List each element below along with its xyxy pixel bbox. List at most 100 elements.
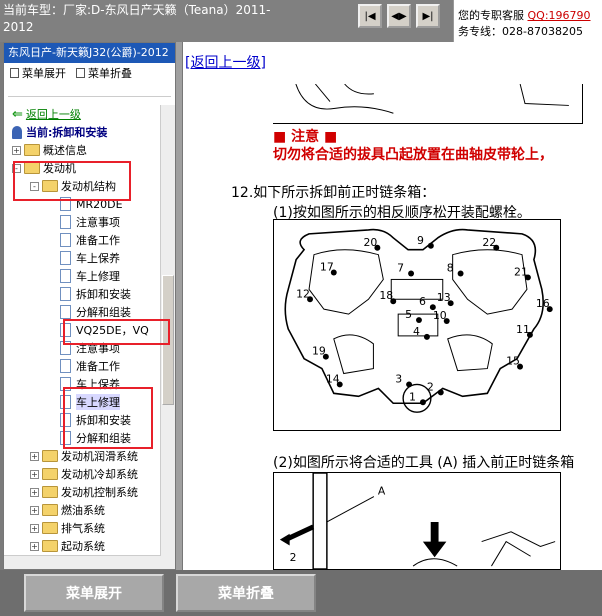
tree-doc-item[interactable]: 拆卸和安装 bbox=[4, 411, 161, 429]
bolt-number-label: 3 bbox=[395, 372, 402, 385]
bolt-number-label: 4 bbox=[413, 325, 420, 338]
tree-item-label: 发动机冷却系统 bbox=[61, 468, 138, 481]
document-icon bbox=[60, 197, 71, 211]
service-hotline: 务专线：028-87038205 bbox=[458, 25, 583, 38]
expand-toggle-icon[interactable]: + bbox=[30, 469, 39, 479]
tree-item-label: 车上修理 bbox=[76, 394, 120, 410]
tree-folder-item[interactable]: + 排气系统 bbox=[4, 519, 161, 537]
tree-doc-item[interactable]: 注意事项 bbox=[4, 339, 161, 357]
split-icon: ◀▶ bbox=[391, 10, 407, 22]
qq-link[interactable]: QQ:196790 bbox=[528, 9, 591, 22]
tree-doc-item[interactable]: 车上保养 bbox=[4, 375, 161, 393]
expand-toggle-icon[interactable]: + bbox=[30, 487, 39, 497]
tree-back-label: 返回上一级 bbox=[25, 108, 81, 121]
back-arrow-icon: ⇐ bbox=[12, 106, 23, 122]
folder-icon bbox=[42, 486, 58, 498]
tree-items: + 概述信息 - 发动机 - 发动机结构 MR20DE 注意事项 准备工作 车上保养 车上修理 拆卸和… bbox=[4, 141, 161, 569]
folder-icon bbox=[42, 468, 58, 480]
tree-doc-item[interactable]: 车上修理 bbox=[4, 267, 161, 285]
bolt-number-label: 11 bbox=[516, 323, 530, 336]
tree-vertical-scrollbar[interactable] bbox=[160, 105, 175, 569]
menu-expand-label: 菜单展开 bbox=[22, 67, 66, 80]
tree-doc-item[interactable]: 车上保养 bbox=[4, 249, 161, 267]
bolt-number-label: 18 bbox=[379, 289, 393, 302]
tree-doc-item[interactable]: 分解和组装 bbox=[4, 303, 161, 321]
document-icon bbox=[60, 341, 71, 355]
left-menu-panel: 东风日产-新天籁J32(公爵)-2012 菜单展开 菜单折叠 ⇐ 返回上一级 当… bbox=[3, 42, 176, 570]
document-icon bbox=[60, 251, 71, 265]
footer-expand-label: 菜单展开 bbox=[66, 586, 122, 602]
tree-horizontal-scrollbar[interactable] bbox=[4, 555, 161, 569]
customer-service-box: 您的专职客服 QQ:196790 务专线：028-87038205 bbox=[453, 0, 602, 42]
bolt-number-label: 10 bbox=[433, 309, 447, 322]
collapse-toggle-icon[interactable]: - bbox=[30, 181, 39, 191]
bolt-number-label: 1 bbox=[409, 390, 416, 403]
split-view-button[interactable]: ◀▶ bbox=[387, 4, 411, 28]
tree-folder-item[interactable]: + 发动机冷却系统 bbox=[4, 465, 161, 483]
bolt-number-label: 7 bbox=[397, 262, 404, 275]
tree-doc-item[interactable]: 拆卸和安装 bbox=[4, 285, 161, 303]
tree-folder-item[interactable]: + 燃油系统 bbox=[4, 501, 161, 519]
tree-item-label: 发动机控制系统 bbox=[61, 486, 138, 499]
folder-icon bbox=[42, 504, 58, 516]
folder-icon bbox=[24, 144, 40, 156]
scrollbar-thumb[interactable] bbox=[162, 275, 174, 405]
model-title: 东风日产-新天籁J32(公爵)-2012 bbox=[4, 43, 175, 63]
document-icon bbox=[60, 413, 71, 427]
tree-folder-item[interactable]: + 起动系统 bbox=[4, 537, 161, 555]
vehicle-line-2: 2012 bbox=[3, 20, 34, 34]
header-bar: 当前车型：厂家:D-东风日产天籁（Teana）2011- 2012 |◀ ◀▶ … bbox=[0, 0, 602, 42]
user-icon bbox=[12, 125, 22, 139]
bolt-number-label: 21 bbox=[514, 265, 528, 278]
vehicle-line-1: 当前车型：厂家:D-东风日产天籁（Teana）2011- bbox=[3, 3, 271, 17]
tree-item-label: 概述信息 bbox=[43, 144, 87, 157]
bolt-marker bbox=[427, 242, 434, 249]
first-page-button[interactable]: |◀ bbox=[358, 4, 382, 28]
step-12: 12.如下所示拆卸前正时链条箱： bbox=[231, 185, 436, 201]
collapse-toggle-icon[interactable]: - bbox=[12, 163, 21, 173]
bolt-marker bbox=[437, 389, 444, 396]
current-location-label: 当前:拆卸和安装 bbox=[26, 126, 108, 139]
tree-folder-item[interactable]: - 发动机 bbox=[4, 159, 161, 177]
content-back-link[interactable]: [返回上一级] bbox=[185, 52, 266, 72]
expand-toggle-icon[interactable]: + bbox=[30, 505, 39, 515]
footer-collapse-button[interactable]: 菜单折叠 bbox=[176, 574, 316, 612]
expand-toggle-icon[interactable]: + bbox=[30, 523, 39, 533]
collapse-icon bbox=[76, 68, 85, 78]
footer-expand-button[interactable]: 菜单展开 bbox=[24, 574, 164, 612]
tool-insertion-diagram: A 2 bbox=[273, 472, 561, 570]
tree-doc-item[interactable]: MR20DE bbox=[4, 195, 161, 213]
tree-folder-item[interactable]: + 发动机润滑系统 bbox=[4, 447, 161, 465]
tree-doc-item[interactable]: VQ25DE，VQ bbox=[4, 321, 161, 339]
bolt-number-label: 9 bbox=[417, 234, 424, 247]
tree-doc-item[interactable]: 分解和组装 bbox=[4, 429, 161, 447]
document-icon bbox=[60, 395, 71, 409]
bolt-marker bbox=[408, 270, 415, 277]
tree-item-label: 注意事项 bbox=[76, 342, 120, 355]
tree-folder-item[interactable]: + 概述信息 bbox=[4, 141, 161, 159]
expand-toggle-icon[interactable]: + bbox=[12, 145, 21, 155]
menu-collapse-link[interactable]: 菜单折叠 bbox=[76, 65, 132, 81]
tree-item-label: 注意事项 bbox=[76, 216, 120, 229]
tree-doc-item[interactable]: 准备工作 bbox=[4, 231, 161, 249]
tree-doc-item[interactable]: 注意事项 bbox=[4, 213, 161, 231]
menu-expand-link[interactable]: 菜单展开 bbox=[10, 65, 66, 81]
caution-title: ■ 注意 ■ bbox=[273, 129, 338, 145]
expand-toggle-icon[interactable]: + bbox=[30, 541, 39, 551]
content-panel: [返回上一级] ■ 注意 ■ 切勿将合适的拔具凸起放置在曲轴皮带轮上， 12.如… bbox=[182, 42, 602, 570]
tree-doc-item[interactable]: 车上修理 bbox=[4, 393, 161, 411]
last-page-icon: ▶| bbox=[422, 10, 434, 22]
tree-folder-item[interactable]: + 发动机控制系统 bbox=[4, 483, 161, 501]
bolt-number-label: 12 bbox=[296, 287, 310, 300]
tree-item-label: 发动机润滑系统 bbox=[61, 450, 138, 463]
tree-item-label: 排气系统 bbox=[61, 522, 105, 535]
expand-toggle-icon[interactable]: + bbox=[30, 451, 39, 461]
tree-item-label: 车上保养 bbox=[76, 252, 120, 265]
current-vehicle-info: 当前车型：厂家:D-东风日产天籁（Teana）2011- 2012 bbox=[3, 2, 303, 36]
document-icon bbox=[60, 287, 71, 301]
last-page-button[interactable]: ▶| bbox=[416, 4, 440, 28]
tree-back-link[interactable]: ⇐ 返回上一级 bbox=[4, 105, 161, 123]
tree-folder-item[interactable]: - 发动机结构 bbox=[4, 177, 161, 195]
bolt-number-label: 14 bbox=[326, 372, 340, 385]
tree-doc-item[interactable]: 准备工作 bbox=[4, 357, 161, 375]
